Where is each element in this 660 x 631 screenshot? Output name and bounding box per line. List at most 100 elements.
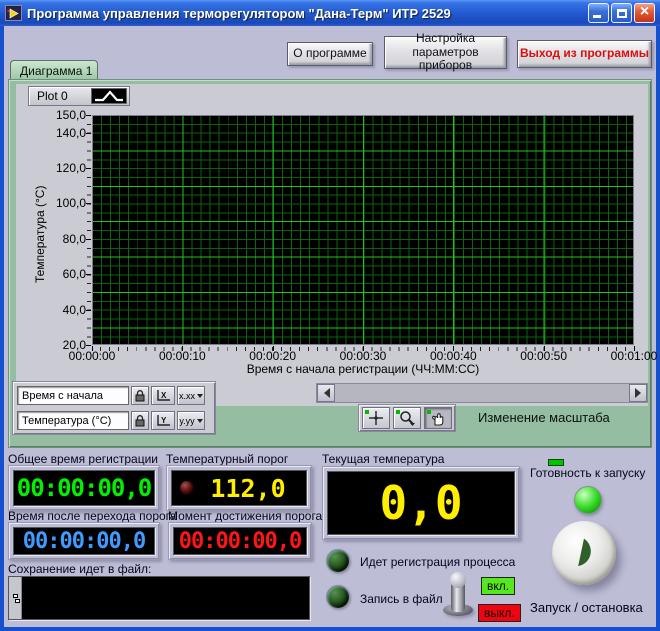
- crosshair-icon: [367, 410, 385, 426]
- y-tick-label: 150,0: [34, 108, 86, 122]
- threshold-moment-label: Момент достижения порога: [168, 509, 322, 523]
- x-tick-label: 00:00:00: [57, 349, 127, 363]
- settings-button[interactable]: Настройка параметров приборов: [384, 36, 507, 69]
- dropdown-icon: [197, 394, 203, 401]
- total-time-value: 00:00:00,0: [17, 474, 152, 502]
- plot-area[interactable]: [92, 115, 634, 345]
- app-icon: [5, 5, 22, 21]
- y-tick-mark: [86, 345, 91, 346]
- x-format-button[interactable]: x.xx: [177, 386, 205, 405]
- tab-label: Диаграмма 1: [20, 64, 92, 78]
- start-stop-button[interactable]: [552, 521, 616, 585]
- x-scale-row: Время с начала X x.xx: [17, 385, 211, 406]
- x-axis-title: Время с начала регистрации (ЧЧ:ММ:СС): [92, 362, 634, 376]
- path-browse-icon[interactable]: [9, 577, 22, 619]
- y-tick-label: 40,0: [34, 303, 86, 317]
- minimize-button[interactable]: [588, 3, 609, 23]
- file-write-label: Запись в файл: [360, 592, 443, 606]
- graph-palette: [358, 404, 456, 432]
- scroll-left-button[interactable]: [317, 384, 335, 402]
- y-tick-label: 100,0: [34, 196, 86, 210]
- maximize-button[interactable]: [611, 3, 632, 23]
- x-tick-label: 00:00:20: [238, 349, 308, 363]
- y-scale-lock-button[interactable]: [131, 411, 149, 430]
- dropdown-icon: [197, 419, 203, 426]
- tab-diagram-1[interactable]: Диаграмма 1: [10, 60, 98, 80]
- svg-text:Y: Y: [161, 416, 167, 425]
- tool-active-dot: [365, 410, 369, 414]
- labview-arrow-icon: [7, 7, 20, 20]
- close-button[interactable]: ×: [634, 3, 655, 23]
- pan-tool-button[interactable]: [424, 407, 452, 429]
- x-axis-icon: X: [154, 388, 172, 403]
- magnifier-icon: [398, 410, 416, 426]
- about-button-label: О программе: [293, 47, 366, 61]
- y-tick-mark: [86, 133, 91, 134]
- y-format-label: y.yy: [179, 416, 194, 426]
- y-tick-mark: [86, 310, 91, 311]
- arrow-right-icon: [635, 388, 646, 398]
- y-scale-row: Температура (°C) Y y.yy: [17, 410, 211, 431]
- x-tick-mark: [634, 346, 635, 351]
- time-after-display: 00:00:00,0: [8, 522, 160, 560]
- plot-legend-name: Plot 0: [29, 89, 91, 103]
- x-autoscale-button[interactable]: X: [151, 386, 175, 405]
- x-scale-lock-button[interactable]: [131, 386, 149, 405]
- hand-icon: [430, 410, 446, 426]
- start-stop-icon: [564, 533, 604, 573]
- exit-button-label: Выход из программы: [520, 47, 649, 61]
- file-path-control[interactable]: [8, 576, 310, 620]
- x-scrollbar-track[interactable]: [335, 384, 629, 402]
- zoom-tool-button[interactable]: [393, 407, 421, 429]
- close-icon: ×: [640, 4, 649, 20]
- file-write-led: [326, 585, 350, 609]
- registration-label: Идет регистрация процесса: [360, 555, 515, 569]
- scroll-right-button[interactable]: [629, 384, 647, 402]
- cursor-tool-button[interactable]: [362, 407, 390, 429]
- title-bar: Программа управления терморегулятором "Д…: [0, 0, 660, 26]
- threshold-display: 112,0: [166, 465, 312, 511]
- y-format-button[interactable]: y.yy: [177, 411, 205, 430]
- exit-button[interactable]: Выход из программы: [517, 40, 652, 68]
- x-scale-name[interactable]: Время с начала: [17, 386, 129, 405]
- registration-led: [326, 549, 350, 573]
- app-window: Программа управления терморегулятором "Д…: [0, 0, 660, 631]
- y-tick-mark: [86, 239, 91, 240]
- y-tick-mark: [86, 203, 91, 204]
- plot-legend[interactable]: Plot 0: [28, 86, 130, 106]
- x-format-label: x.xx: [179, 391, 195, 401]
- maximize-icon: [617, 9, 627, 18]
- file-path-value: [22, 577, 309, 619]
- threshold-moment-value: 00:00:00,0: [179, 529, 301, 554]
- y-minor-ticks: [87, 116, 91, 346]
- x-scrollbar[interactable]: [316, 383, 648, 403]
- x-tick-mark: [273, 346, 274, 351]
- svg-text:X: X: [161, 391, 167, 400]
- y-scale-name[interactable]: Температура (°C): [17, 411, 129, 430]
- threshold-moment-display: 00:00:00,0: [168, 522, 312, 560]
- file-write-switch[interactable]: [440, 570, 476, 618]
- x-tick-mark: [92, 346, 93, 351]
- x-tick-label: 00:00:50: [509, 349, 579, 363]
- time-after-label: Время после перехода порога: [8, 509, 176, 523]
- switch-knob[interactable]: [450, 572, 466, 588]
- total-time-label: Общее время регистрации: [8, 452, 158, 466]
- y-tick-mark: [86, 274, 91, 275]
- tool-active-dot: [427, 410, 431, 414]
- x-tick-label: 00:00:40: [418, 349, 488, 363]
- y-tick-mark: [86, 115, 91, 116]
- x-tick-label: 00:01:00: [599, 349, 660, 363]
- x-tick-mark: [544, 346, 545, 351]
- window-border: [0, 627, 660, 631]
- palette-label: Изменение масштаба: [478, 410, 610, 425]
- scale-legend: Время с начала X x.xx Температура (°C): [12, 381, 216, 435]
- x-tick-mark: [453, 346, 454, 351]
- y-tick-label: 140,0: [34, 126, 86, 140]
- x-tick-mark: [182, 346, 183, 351]
- y-tick-mark: [86, 168, 91, 169]
- threshold-value[interactable]: 112,0: [210, 474, 285, 503]
- start-stop-label: Запуск / остановка: [530, 600, 643, 615]
- y-autoscale-button[interactable]: Y: [151, 411, 175, 430]
- about-button[interactable]: О программе: [287, 42, 373, 66]
- total-time-display: 00:00:00,0: [8, 465, 160, 511]
